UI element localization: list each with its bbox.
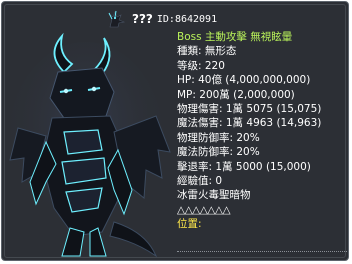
monster-level: 等级: 220 (177, 59, 225, 72)
location-label: 位置: (177, 218, 202, 231)
monster-info-tooltip: ??? ID:8642091 Boss 主動攻擊 無視眩暈 種類: 無形态 等级… (1, 1, 349, 261)
dragon-mini-icon (108, 10, 126, 28)
exp-value: 經驗值: 0 (177, 174, 223, 187)
magic-damage: 魔法傷害: 1萬 4963 (14,963) (177, 117, 322, 130)
element-weakness-markers: △△△△△△△ (177, 203, 231, 216)
monster-id: ID:8642091 (156, 13, 218, 25)
element-list: 冰雷火毒聖暗物 (177, 189, 251, 202)
physical-defense: 物理防御率: 20% (177, 131, 260, 144)
magic-defense: 魔法防御率: 20% (177, 146, 260, 159)
location-divider (177, 251, 347, 252)
knockback-rate: 擊退率: 1萬 5000 (15,000) (177, 160, 311, 173)
monster-hp: HP: 40億 (4,000,000,000) (177, 74, 311, 87)
monster-type: 種類: 無形态 (177, 45, 237, 58)
monster-stats: Boss 主動攻擊 無視眩暈 種類: 無形态 等级: 220 HP: 40億 (… (177, 30, 344, 231)
physical-damage: 物理傷害: 1萬 5075 (15,075) (177, 102, 322, 115)
monster-mp: MP: 200萬 (2,000,000) (177, 88, 295, 101)
dark-dragon-portrait (8, 32, 171, 258)
monster-attributes: Boss 主動攻擊 無視眩暈 (177, 31, 293, 43)
monster-name: ??? (132, 12, 153, 26)
tooltip-header: ??? ID:8642091 (106, 8, 217, 30)
